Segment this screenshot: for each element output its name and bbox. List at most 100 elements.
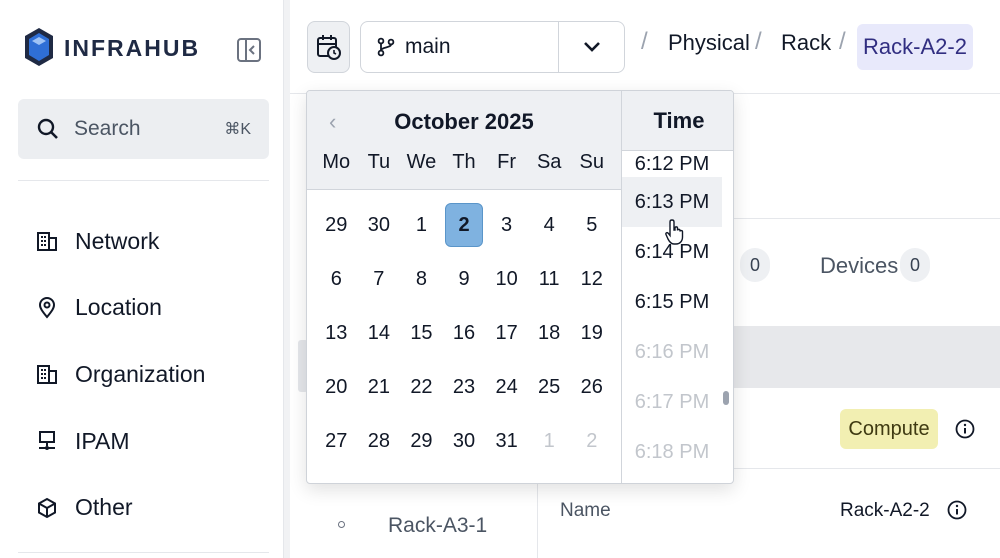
breadcrumb-separator: /: [839, 28, 846, 55]
sidebar-item-location[interactable]: Location: [36, 275, 205, 342]
breadcrumb-rack[interactable]: Rack: [781, 30, 831, 56]
calendar-day[interactable]: 16: [443, 311, 486, 355]
calendar-day-label: 25: [538, 375, 561, 398]
sidebar-item-other[interactable]: Other: [36, 474, 205, 541]
time-scrollbar[interactable]: [723, 391, 729, 405]
calendar-day[interactable]: 30: [443, 419, 486, 463]
time-option: 6:16 PM: [634, 340, 710, 363]
building-icon: [37, 365, 57, 385]
tree-item[interactable]: Rack-A3-1: [388, 514, 487, 538]
calendar-day[interactable]: 7: [358, 257, 401, 301]
weekday-row: Mo Tu We Th Fr Sa Su: [315, 151, 613, 174]
calendar-day[interactable]: 24: [485, 365, 528, 409]
calendar-day[interactable]: 14: [358, 311, 401, 355]
collapse-sidebar-icon[interactable]: [236, 37, 262, 63]
calendar-day[interactable]: 19: [570, 311, 613, 355]
calendar-day-label: 5: [586, 213, 598, 236]
calendar-week: 29 30 1 2 3 4 5: [315, 203, 613, 257]
calendar-day[interactable]: 20: [315, 365, 358, 409]
calendar-day-label: 22: [410, 375, 433, 398]
branch-dropdown-button[interactable]: [559, 40, 624, 54]
calendar-day-label: 24: [495, 375, 518, 398]
map-pin-icon: [38, 296, 56, 319]
calendar-day-label: 30: [452, 429, 476, 452]
time-option[interactable]: 6:15 PM: [622, 277, 722, 327]
calendar-day[interactable]: 29: [315, 203, 358, 247]
tab-count-badge: 0: [740, 248, 770, 282]
weekday-label: Fr: [497, 151, 517, 173]
time-picker: Time 6:12 PM 6:13 PM 6:14 PM 6:15 PM 6:1…: [621, 91, 733, 483]
sidebar-divider: [18, 552, 269, 553]
calendar-day-selected[interactable]: 2: [443, 203, 486, 247]
branch-select-button[interactable]: main: [361, 22, 559, 72]
calendar-day[interactable]: 4: [528, 203, 571, 247]
breadcrumb-physical[interactable]: Physical: [668, 30, 750, 56]
calendar-day[interactable]: 25: [528, 365, 571, 409]
calendar-day[interactable]: 1: [528, 419, 571, 463]
calendar-day[interactable]: 11: [528, 257, 571, 301]
sidebar-item-label: Organization: [75, 360, 206, 387]
calendar-day[interactable]: 9: [443, 257, 486, 301]
git-branch-icon: [377, 37, 395, 57]
app-logo[interactable]: INFRAHUB: [22, 22, 200, 74]
calendar: ‹ October 2025 Mo Tu We Th Fr Sa Su 29 30…: [307, 91, 621, 483]
weekday-label: Sa: [536, 151, 562, 173]
breadcrumb-separator: /: [755, 28, 762, 55]
calendar-day[interactable]: 29: [400, 419, 443, 463]
calendar-day[interactable]: 28: [358, 419, 401, 463]
calendar-day-label: 23: [452, 375, 476, 398]
calendar-day-label: 16: [452, 321, 476, 344]
tab-devices[interactable]: Devices: [820, 253, 898, 279]
calendar-day[interactable]: 23: [443, 365, 486, 409]
status-badge: Compute: [840, 409, 938, 449]
branch-selector[interactable]: main: [360, 21, 625, 73]
calendar-day-label: 12: [580, 267, 603, 290]
calendar-day[interactable]: 12: [570, 257, 613, 301]
calendar-day[interactable]: 31: [485, 419, 528, 463]
calendar-day[interactable]: 18: [528, 311, 571, 355]
time-travel-button[interactable]: [307, 21, 350, 73]
tree-node-dot: [338, 521, 345, 528]
chevron-down-icon: [583, 42, 600, 52]
calendar-day-label: 19: [580, 321, 603, 344]
calendar-day-label: 7: [373, 267, 385, 290]
time-list[interactable]: 6:12 PM 6:13 PM 6:14 PM 6:15 PM 6:16 PM …: [622, 151, 722, 477]
calendar-day[interactable]: 15: [400, 311, 443, 355]
calendar-day[interactable]: 2: [570, 419, 613, 463]
time-option[interactable]: 6:12 PM: [622, 151, 722, 177]
calendar-day[interactable]: 17: [485, 311, 528, 355]
calendar-day[interactable]: 5: [570, 203, 613, 247]
calendar-day-label: 28: [367, 429, 390, 452]
calendar-day[interactable]: 27: [315, 419, 358, 463]
calendar-day[interactable]: 21: [358, 365, 401, 409]
weekday-label: We: [406, 151, 437, 173]
sidebar-item-ipam[interactable]: IPAM: [36, 408, 205, 475]
calendar-day[interactable]: 3: [485, 203, 528, 247]
search-button[interactable]: Search ⌘K: [18, 99, 269, 159]
name-value: Rack-A2-2: [840, 500, 930, 521]
calendar-day-label: 3: [501, 213, 513, 236]
calendar-day[interactable]: 6: [315, 257, 358, 301]
calendar-week: 27 28 29 30 31 1 2: [315, 419, 613, 473]
calendar-day[interactable]: 30: [358, 203, 401, 247]
calendar-day[interactable]: 13: [315, 311, 358, 355]
breadcrumb-separator: /: [641, 28, 648, 55]
calendar-day-label: 31: [495, 429, 518, 452]
info-icon[interactable]: [954, 418, 976, 440]
branch-name: main: [405, 35, 451, 58]
info-icon[interactable]: [946, 499, 968, 521]
calendar-day-label: 26: [580, 375, 603, 398]
time-header: Time: [622, 91, 733, 151]
weekday-label: Su: [579, 151, 604, 173]
calendar-day[interactable]: 1: [400, 203, 443, 247]
calendar-day[interactable]: 26: [570, 365, 613, 409]
weekday-label: Th: [452, 151, 476, 173]
sidebar-item-organization[interactable]: Organization: [36, 341, 205, 408]
calendar-day[interactable]: 22: [400, 365, 443, 409]
calendar-day[interactable]: 8: [400, 257, 443, 301]
building-icon: [37, 232, 57, 252]
breadcrumb-current[interactable]: Rack-A2-2: [857, 24, 973, 70]
sidebar-item-network[interactable]: Network: [36, 208, 205, 275]
calendar-day[interactable]: 10: [485, 257, 528, 301]
sidebar-nav: Network Location Organization IPAM Other: [36, 208, 205, 541]
